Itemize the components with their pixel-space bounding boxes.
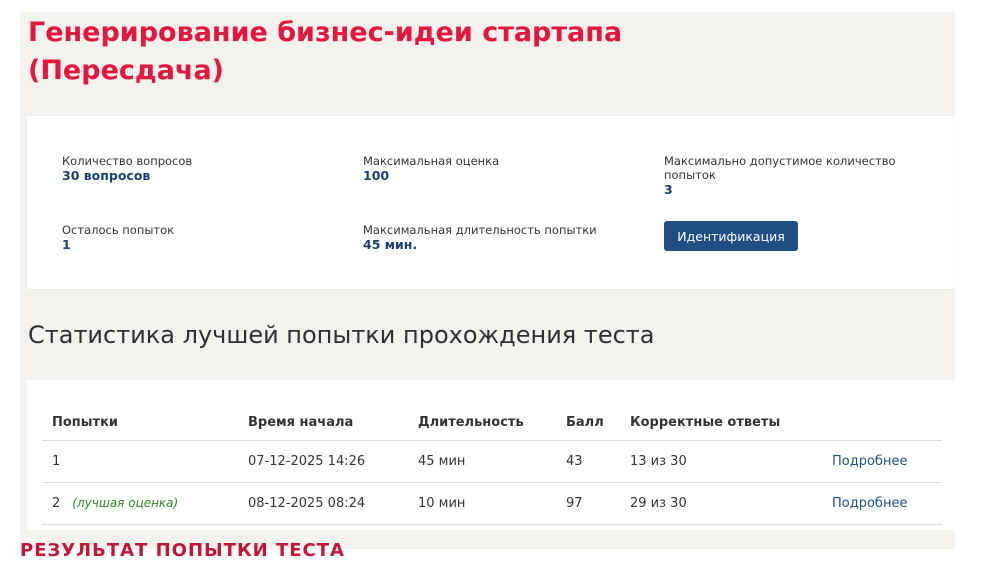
max-attempts: Максимально допустимое количество попыто… bbox=[664, 154, 904, 198]
page-title-line2: (Пересдача) bbox=[28, 55, 225, 86]
max-score: Максимальная оценка 100 bbox=[363, 154, 623, 184]
max-duration: Максимальная длительность попытки 45 мин… bbox=[363, 223, 643, 253]
attempt-score: 43 bbox=[556, 440, 620, 483]
questions-count-value: 30 вопросов bbox=[62, 168, 151, 183]
questions-count: Количество вопросов 30 вопросов bbox=[62, 154, 322, 184]
attempt-number-value: 1 bbox=[52, 454, 61, 469]
attempt-number: 2 (лучшая оценка) bbox=[42, 482, 238, 525]
column-header-details bbox=[822, 404, 942, 441]
max-attempts-value: 3 bbox=[664, 182, 673, 197]
details-link[interactable]: Подробнее bbox=[832, 454, 907, 469]
attempt-number-value: 2 bbox=[52, 496, 61, 511]
identification-button[interactable]: Идентификация bbox=[664, 221, 798, 251]
test-info-card: Количество вопросов 30 вопросов Максимал… bbox=[27, 116, 955, 289]
remaining-attempts-value: 1 bbox=[62, 237, 71, 252]
page-title-line1: Генерирование бизнес-идеи стартапа bbox=[28, 17, 623, 48]
max-duration-value: 45 мин. bbox=[363, 237, 418, 252]
attempt-correct: 29 из 30 bbox=[620, 482, 822, 525]
result-heading: РЕЗУЛЬТАТ ПОПЫТКИ ТЕСТА bbox=[20, 540, 345, 561]
attempt-start-time: 07-12-2025 14:26 bbox=[238, 440, 408, 483]
page-title: Генерирование бизнес-идеи стартапа (Перес… bbox=[28, 14, 622, 90]
remaining-attempts-label: Осталось попыток bbox=[62, 223, 175, 237]
attempt-duration: 45 мин bbox=[408, 440, 556, 483]
attempts-card: Попытки Время начала Длительность Балл К… bbox=[27, 380, 955, 530]
attempt-details-cell: Подробнее bbox=[822, 482, 942, 525]
questions-count-label: Количество вопросов bbox=[62, 154, 193, 168]
column-header-score: Балл bbox=[556, 404, 620, 441]
stats-heading: Статистика лучшей попытки прохождения те… bbox=[28, 321, 655, 349]
attempt-correct: 13 из 30 bbox=[620, 440, 822, 483]
attempts-table: Попытки Время начала Длительность Балл К… bbox=[42, 404, 942, 525]
max-score-value: 100 bbox=[363, 168, 390, 183]
column-header-start-time: Время начала bbox=[238, 404, 408, 441]
attempt-details-cell: Подробнее bbox=[822, 440, 942, 483]
details-link[interactable]: Подробнее bbox=[832, 496, 907, 511]
table-row: 1 07-12-2025 14:26 45 мин 43 13 из 30 По… bbox=[42, 440, 942, 483]
table-row: 2 (лучшая оценка) 08-12-2025 08:24 10 мин… bbox=[42, 482, 942, 525]
attempt-number: 1 bbox=[42, 440, 238, 483]
table-header-row: Попытки Время начала Длительность Балл К… bbox=[42, 404, 942, 441]
column-header-duration: Длительность bbox=[408, 404, 556, 441]
attempt-start-time: 08-12-2025 08:24 bbox=[238, 482, 408, 525]
attempt-score: 97 bbox=[556, 482, 620, 525]
attempt-duration: 10 мин bbox=[408, 482, 556, 525]
max-attempts-label: Максимально допустимое количество попыто… bbox=[664, 154, 896, 182]
column-header-correct-answers: Корректные ответы bbox=[620, 404, 822, 441]
max-score-label: Максимальная оценка bbox=[363, 154, 500, 168]
max-duration-label: Максимальная длительность попытки bbox=[363, 223, 597, 237]
column-header-attempts: Попытки bbox=[42, 404, 238, 441]
remaining-attempts: Осталось попыток 1 bbox=[62, 223, 322, 253]
best-score-note: (лучшая оценка) bbox=[72, 496, 179, 510]
